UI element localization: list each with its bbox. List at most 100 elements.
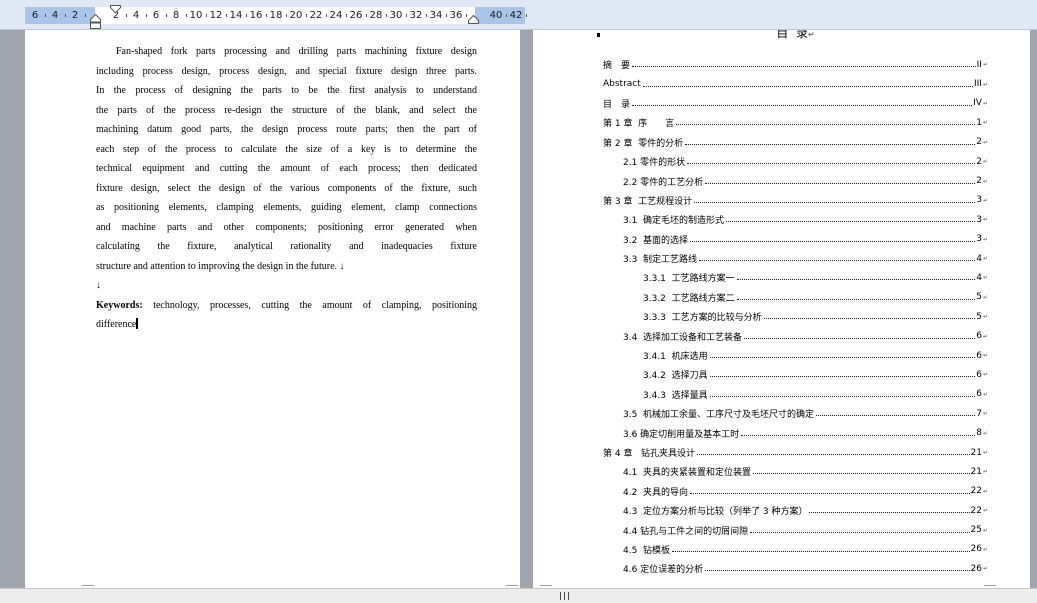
ruler-tick: [286, 14, 287, 17]
paragraph-mark: ↵: [982, 274, 988, 282]
paragraph-mark: ↵: [982, 429, 988, 437]
toc-entry-title: 第 1 章 序 言: [603, 119, 675, 130]
ruler-tick: [85, 14, 86, 17]
toc-page-number: 8: [976, 428, 982, 439]
toc-entry-title: 3.4 选择加工设备和工艺装备: [623, 332, 743, 343]
toc-dot-leader: [697, 454, 970, 455]
page-table-of-contents[interactable]: 目 录↵ 摘 要 II ↵ Abstract III ↵ 目 录 IV ↵ 第 1 章 序 言 1 ↵…: [533, 30, 1030, 588]
keywords-continuation: difference: [96, 319, 137, 330]
ruler-tick: [366, 14, 367, 17]
paragraph-mark: ↵: [982, 158, 988, 166]
ruler-number: 8: [172, 10, 180, 21]
toc-entry[interactable]: 4.4 钻孔与工件之间的切屑间隙 25 ↵: [603, 520, 988, 539]
paragraph-mark: ↵: [982, 468, 988, 476]
toc-dot-leader: [736, 279, 976, 281]
toc-entry-title: 3.6 确定切削用量及基本工时: [623, 429, 740, 440]
toc-entry[interactable]: 3.1 确定毛坯的制造形式 3 ↵: [603, 210, 988, 229]
abstract-line: including process design, process design…: [96, 65, 477, 77]
toc-entry-title: 4.3 定位方案分析与比较（列举了 3 种方案）: [623, 507, 808, 518]
paragraph-mark: ↵: [982, 255, 988, 263]
hanging-indent-icon[interactable]: [90, 14, 101, 29]
toc-entry[interactable]: 4.6 定位误差的分析 26 ↵: [603, 559, 988, 578]
toc-list: 摘 要 II ↵ Abstract III ↵ 目 录 IV ↵ 第 1 章 序 言 1 ↵ 第 2 章…: [603, 55, 988, 579]
toc-entry[interactable]: 3.6 确定切削用量及基本工时 8 ↵: [603, 423, 988, 442]
toc-entry[interactable]: 目 录 IV ↵: [603, 94, 988, 113]
paragraph-mark: ↵: [982, 507, 988, 515]
paragraph-mark: ↵: [982, 332, 988, 340]
toc-entry[interactable]: 2.1 零件的形状 2 ↵: [603, 152, 988, 171]
toc-page-number: III: [974, 79, 982, 90]
toc-dot-leader: [642, 85, 973, 87]
ruler-tick: [206, 14, 207, 17]
ruler-tick: [126, 14, 127, 17]
toc-entry[interactable]: 3.4.2 选择刀具 6 ↵: [603, 365, 988, 384]
toc-page-number: 5: [976, 292, 982, 303]
toc-entry[interactable]: 3.3 制定工艺路线 4 ↵: [603, 249, 988, 268]
toc-dot-leader: [750, 531, 970, 533]
scroll-grip-icon[interactable]: [559, 592, 570, 600]
abstract-line: each step of the process to calculate th…: [96, 143, 477, 155]
toc-entry[interactable]: 第 4 章 钻孔夹具设计 21 ↵: [603, 443, 988, 462]
ruler-number: 4: [132, 10, 140, 21]
toc-dot-leader: [709, 376, 976, 378]
paragraph-mark: ↵: [982, 119, 988, 127]
abstract-line: the parts of the process re-design the s…: [96, 104, 477, 116]
toc-entry-title: 4.2 夹具的导向: [623, 487, 689, 498]
paragraph-mark: ↵: [807, 30, 815, 39]
toc-entry[interactable]: 3.3.3 工艺方案的比较与分析 5 ↵: [603, 307, 988, 326]
toc-entry-title: 3.1 确定毛坯的制造形式: [623, 216, 725, 227]
toc-entry[interactable]: 3.5 机械加工余量、工序尺寸及毛坯尺寸的确定 7 ↵: [603, 404, 988, 423]
toc-entry[interactable]: 3.4.1 机床选用 6 ↵: [603, 346, 988, 365]
toc-entry[interactable]: 摘 要 II ↵: [603, 55, 988, 74]
ruler-tick: [166, 14, 167, 17]
ruler-number: 34: [429, 10, 443, 21]
toc-entry[interactable]: 第 1 章 序 言 1 ↵: [603, 113, 988, 132]
toc-dot-leader: [763, 318, 976, 320]
abstract-line: machining datum good parts, the design p…: [96, 124, 477, 135]
first-line-indent-icon[interactable]: [110, 5, 121, 14]
toc-entry[interactable]: 3.4 选择加工设备和工艺装备 6 ↵: [603, 326, 988, 345]
toc-entry[interactable]: 4.5 钻模板 26 ↵: [603, 540, 988, 559]
paragraph-mark: ↵: [982, 313, 988, 321]
toc-entry[interactable]: 4.3 定位方案分析与比较（列举了 3 种方案） 22 ↵: [603, 501, 988, 520]
right-indent-icon[interactable]: [468, 15, 479, 24]
toc-entry[interactable]: 3.3.2 工艺路线方案二 5 ↵: [603, 288, 988, 307]
paragraph-mark: ↵: [982, 80, 988, 88]
toc-entry[interactable]: 2.2 零件的工艺分析 2 ↵: [603, 171, 988, 190]
toc-entry-title: 2.1 零件的形状: [623, 158, 686, 169]
toc-entry[interactable]: Abstract III ↵: [603, 74, 988, 93]
page-corner-mark: [540, 585, 552, 586]
paragraph-mark: ↵: [982, 196, 988, 204]
toc-entry-title: 3.2 基面的选择: [623, 235, 689, 246]
toc-entry-title: 3.3 制定工艺路线: [623, 255, 698, 266]
toc-entry-title: 4.5 钻模板: [623, 545, 671, 556]
ruler-number: 22: [309, 10, 323, 21]
toc-entry[interactable]: 第 3 章 工艺规程设计 3 ↵: [603, 191, 988, 210]
toc-entry[interactable]: 4.2 夹具的导向 22 ↵: [603, 482, 988, 501]
toc-page-number: 3: [976, 234, 982, 245]
horizontal-ruler[interactable]: 6 4 2 2 4 6 8 10 12 14 16 18 20 22 24 26 28 30 32 34 36 40 42: [25, 5, 527, 29]
toc-entry[interactable]: 3.3.1 工艺路线方案一 4 ↵: [603, 268, 988, 287]
horizontal-scrollbar[interactable]: [0, 588, 1037, 603]
toc-dot-leader: [709, 395, 976, 397]
paragraph-mark: ↵: [982, 526, 988, 534]
toc-entry-title: 3.3.1 工艺路线方案一: [643, 274, 735, 285]
page-abstract[interactable]: Fan-shaped fork parts processing and dri…: [25, 30, 520, 588]
ruler-tick: [406, 14, 407, 17]
paragraph-mark: ↵: [982, 371, 988, 379]
toc-dot-leader: [709, 357, 976, 359]
toc-page-number: 2: [976, 137, 982, 148]
toc-entry[interactable]: 3.2 基面的选择 3 ↵: [603, 230, 988, 249]
paragraph-mark: ↵: [982, 293, 988, 301]
ruler-number: 10: [189, 10, 203, 21]
toc-entry[interactable]: 第 2 章 零件的分析 2 ↵: [603, 133, 988, 152]
toc-page-number: 22: [970, 486, 982, 497]
ruler-number: 4: [51, 10, 59, 21]
ruler-number: 36: [449, 10, 463, 21]
ruler-tick: [346, 14, 347, 17]
toc-entry[interactable]: 3.4.3 选择量具 6 ↵: [603, 385, 988, 404]
toc-dot-leader: [676, 124, 976, 126]
abstract-body[interactable]: Fan-shaped fork parts processing and dri…: [96, 42, 477, 335]
toc-entry[interactable]: 4.1 夹具的夹紧装置和定位装置 21 ↵: [603, 462, 988, 481]
abstract-line: fixture design, select the design of the…: [96, 182, 477, 194]
